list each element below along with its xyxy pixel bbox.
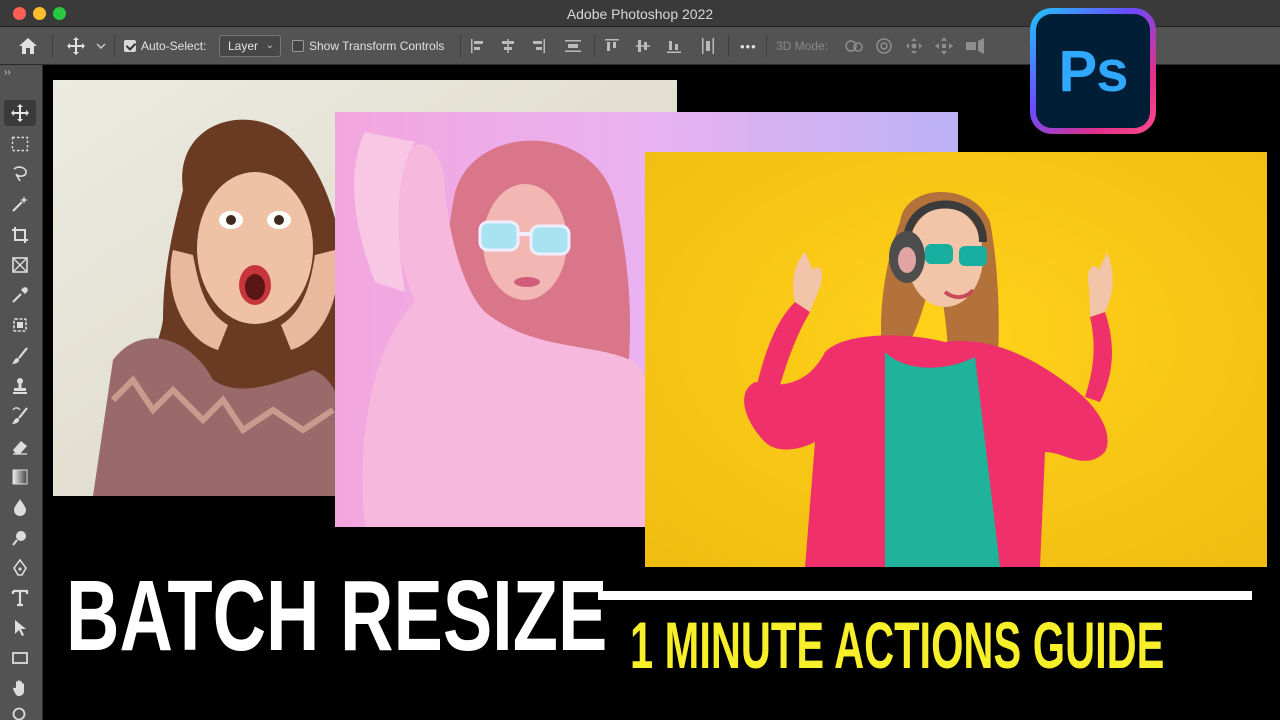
photoshop-logo-inner: Ps — [1036, 14, 1150, 128]
show-transform-check-icon — [292, 40, 304, 52]
auto-select-target-select[interactable]: Layer ⌄ — [219, 35, 281, 57]
3d-orbit-icon[interactable] — [843, 27, 865, 65]
eraser-tool-icon[interactable] — [4, 434, 36, 460]
distribute-horizontal-icon[interactable] — [700, 27, 716, 65]
home-icon[interactable] — [18, 27, 38, 65]
align-right-edges-icon[interactable] — [530, 27, 546, 65]
3d-roll-icon[interactable] — [874, 27, 894, 65]
crop-tool-icon[interactable] — [4, 222, 36, 248]
show-transform-label: Show Transform Controls — [309, 39, 445, 53]
align-bottom-edges-icon[interactable] — [666, 27, 682, 65]
3d-scale-icon[interactable] — [964, 27, 986, 65]
align-horizontal-centers-icon[interactable] — [500, 27, 516, 65]
type-tool-icon[interactable] — [4, 585, 36, 611]
clone-stamp-tool-icon[interactable] — [4, 373, 36, 399]
auto-select-label: Auto-Select: — [141, 39, 207, 53]
hand-tool-icon[interactable] — [4, 675, 36, 701]
move-tool-icon[interactable] — [4, 100, 36, 126]
toolbox-panel: ›› — [0, 65, 43, 720]
align-left-edges-icon[interactable] — [470, 27, 486, 65]
3d-slide-icon[interactable] — [934, 27, 954, 65]
more-options-label: ••• — [740, 38, 757, 54]
photoshop-logo-text: Ps — [1058, 38, 1129, 104]
photoshop-logo: Ps — [1030, 8, 1156, 134]
align-vertical-centers-icon[interactable] — [635, 27, 651, 65]
frame-tool-icon[interactable] — [4, 252, 36, 278]
chevron-down-icon: ⌄ — [265, 40, 274, 51]
more-options-icon[interactable]: ••• — [740, 27, 757, 65]
dodge-tool-icon[interactable] — [4, 525, 36, 551]
chevron-down-icon[interactable] — [96, 27, 106, 65]
3d-mode-label: 3D Mode: — [776, 39, 829, 53]
auto-select-check-icon — [124, 40, 136, 52]
move-tool-preset-icon[interactable] — [66, 27, 86, 65]
path-selection-tool-icon[interactable] — [4, 615, 36, 641]
auto-select-checkbox[interactable]: Auto-Select: — [124, 27, 206, 65]
align-top-edges-icon[interactable] — [604, 27, 620, 65]
show-transform-controls-checkbox[interactable]: Show Transform Controls — [292, 27, 444, 65]
pen-tool-icon[interactable] — [4, 555, 36, 581]
magic-wand-tool-icon[interactable] — [4, 191, 36, 217]
headline-underline-rule — [598, 591, 1252, 600]
headline-text: BATCH RESIZE — [66, 560, 608, 672]
gradient-tool-icon[interactable] — [4, 464, 36, 490]
eyedropper-tool-icon[interactable] — [4, 282, 36, 308]
photo-yellow-headphones-woman — [645, 152, 1267, 567]
toolbox-collapse-grip[interactable]: ›› — [4, 67, 11, 78]
brush-tool-icon[interactable] — [4, 343, 36, 369]
distribute-vertical-icon[interactable] — [564, 27, 582, 65]
subheadline-text: 1 MINUTE ACTIONS GUIDE — [630, 608, 1165, 682]
lasso-tool-icon[interactable] — [4, 161, 36, 187]
marquee-tool-icon[interactable] — [4, 131, 36, 157]
history-brush-tool-icon[interactable] — [4, 403, 36, 429]
rectangle-tool-icon[interactable] — [4, 645, 36, 671]
auto-select-target-value: Layer — [228, 39, 259, 53]
blur-tool-icon[interactable] — [4, 494, 36, 520]
3d-mode-label-wrap: 3D Mode: — [776, 27, 828, 65]
3d-drag-icon[interactable] — [904, 27, 924, 65]
zoom-tool-icon[interactable] — [4, 701, 36, 720]
healing-brush-tool-icon[interactable] — [4, 312, 36, 338]
